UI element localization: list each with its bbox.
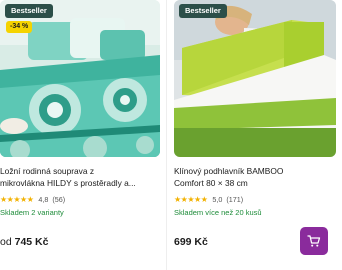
price-value: 699 Kč: [174, 236, 208, 248]
product-rating: ★★★★★ 5,0 (171): [174, 194, 243, 204]
review-count: (171): [226, 194, 244, 204]
product-grid: Bestseller -34 % Ložní rodinná souprava …: [0, 0, 342, 270]
rating-stars-icon: ★★★★★: [174, 194, 208, 204]
product-card-bedding[interactable]: Bestseller -34 % Ložní rodinná souprava …: [0, 0, 160, 270]
cart-icon: [307, 235, 321, 247]
product-title-line: Comfort 80 × 38 cm: [174, 178, 248, 188]
product-title-line: mikrovlákna HILDY s prostěradly a...: [0, 178, 136, 188]
bestseller-badge: Bestseller: [179, 4, 227, 18]
wedge-pillow-photo: [174, 0, 336, 157]
product-title-line: Ložní rodinná souprava z: [0, 166, 95, 176]
product-title-line: Klínový podhlavník BAMBOO: [174, 166, 284, 176]
rating-value: 5,0: [212, 194, 223, 204]
product-card-wedge-pillow[interactable]: Bestseller Klínový podhlavník BAMBOO Com…: [174, 0, 336, 270]
product-price: od 745 Kč: [0, 236, 48, 248]
bestseller-badge: Bestseller: [5, 4, 53, 18]
price-value: 745 Kč: [14, 236, 49, 248]
stock-status: Skladem 2 varianty: [0, 208, 64, 217]
product-title[interactable]: Klínový podhlavník BAMBOO Comfort 80 × 3…: [174, 165, 332, 189]
product-image-wedge-pillow[interactable]: Bestseller: [174, 0, 336, 157]
review-count: (56): [52, 194, 66, 204]
stock-status: Skladem více než 20 kusů: [174, 208, 262, 217]
discount-badge: -34 %: [6, 21, 33, 33]
product-rating: ★★★★★ 4,8 (56): [0, 194, 65, 204]
add-to-cart-button[interactable]: [300, 227, 328, 255]
price-prefix: od: [0, 236, 12, 248]
product-title[interactable]: Ložní rodinná souprava z mikrovlákna HIL…: [0, 165, 158, 189]
card-divider: [166, 0, 167, 270]
rating-stars-icon: ★★★★★: [0, 194, 34, 204]
rating-value: 4,8: [38, 194, 49, 204]
product-price: 699 Kč: [174, 236, 208, 248]
product-image-bedding[interactable]: Bestseller -34 %: [0, 0, 160, 157]
